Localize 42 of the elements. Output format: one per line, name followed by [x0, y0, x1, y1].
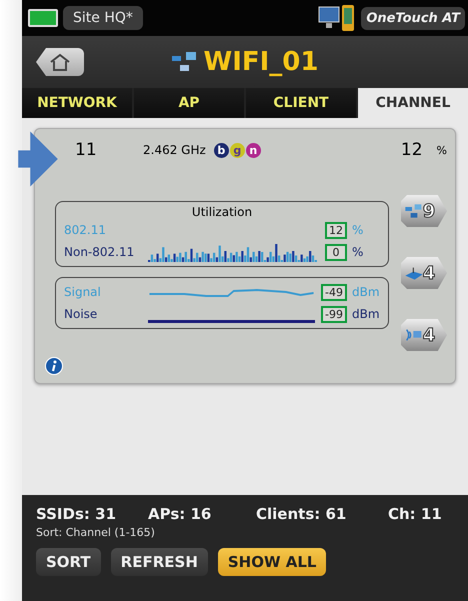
row-label: Non-802.11	[64, 245, 136, 259]
value-box: 12	[325, 222, 347, 238]
band-badge: b	[214, 142, 229, 158]
unit-label: %	[352, 245, 364, 259]
frequency: 2.462 GHz	[143, 143, 206, 157]
home-button[interactable]	[36, 48, 84, 76]
panel-title: Utilization	[190, 205, 254, 219]
band-badge: g	[230, 142, 245, 158]
sort-label: Sort: Channel (1-165)	[36, 526, 156, 539]
value-box: -99	[321, 306, 347, 322]
site-label[interactable]: Site HQ*	[63, 6, 143, 30]
summary-stat: SSIDs: 31	[36, 505, 118, 523]
summary-stat: Ch: 11	[388, 505, 442, 523]
band-badge: n	[246, 142, 261, 158]
usage-value: 12	[400, 140, 423, 160]
device-name[interactable]: OneTouch AT	[361, 6, 465, 30]
row-label: Noise	[64, 307, 98, 321]
unit-label: dBm	[352, 285, 380, 299]
unit-label: %	[352, 223, 364, 237]
summary-stat: Clients: 61	[256, 505, 348, 523]
tab[interactable]: AP	[134, 88, 244, 118]
network-title: WIFI_01	[204, 47, 318, 77]
channel-number: 11	[74, 140, 98, 160]
home-icon	[49, 53, 71, 71]
usage-unit: %	[436, 144, 447, 156]
tab[interactable]: CHANNEL	[358, 88, 468, 118]
computer-icon[interactable]	[318, 4, 356, 32]
battery-icon	[28, 9, 58, 27]
tab[interactable]: NETWORK	[22, 88, 132, 118]
summary-stat: APs: 16	[148, 505, 212, 523]
toolbar-button[interactable]: SHOW ALL	[218, 548, 326, 576]
toolbar-button[interactable]: SORT	[36, 548, 101, 576]
value-box: 0	[325, 244, 347, 260]
value-box: -49	[321, 284, 347, 300]
unit-label: dBm	[352, 307, 380, 321]
network-icon	[404, 202, 424, 220]
row-label: Signal	[64, 285, 102, 299]
row-label: 802.11	[64, 223, 107, 237]
toolbar-button[interactable]: REFRESH	[110, 548, 208, 576]
info-icon[interactable]	[45, 357, 63, 375]
channel-card[interactable]: 11 2.462 GHz b g n 12 % Utilization 802.11 12 % Non-802.11 0 % Signal -49 dBm Noise -99 dBm 9 4 4	[34, 128, 456, 384]
tab[interactable]: CLIENT	[246, 88, 356, 118]
